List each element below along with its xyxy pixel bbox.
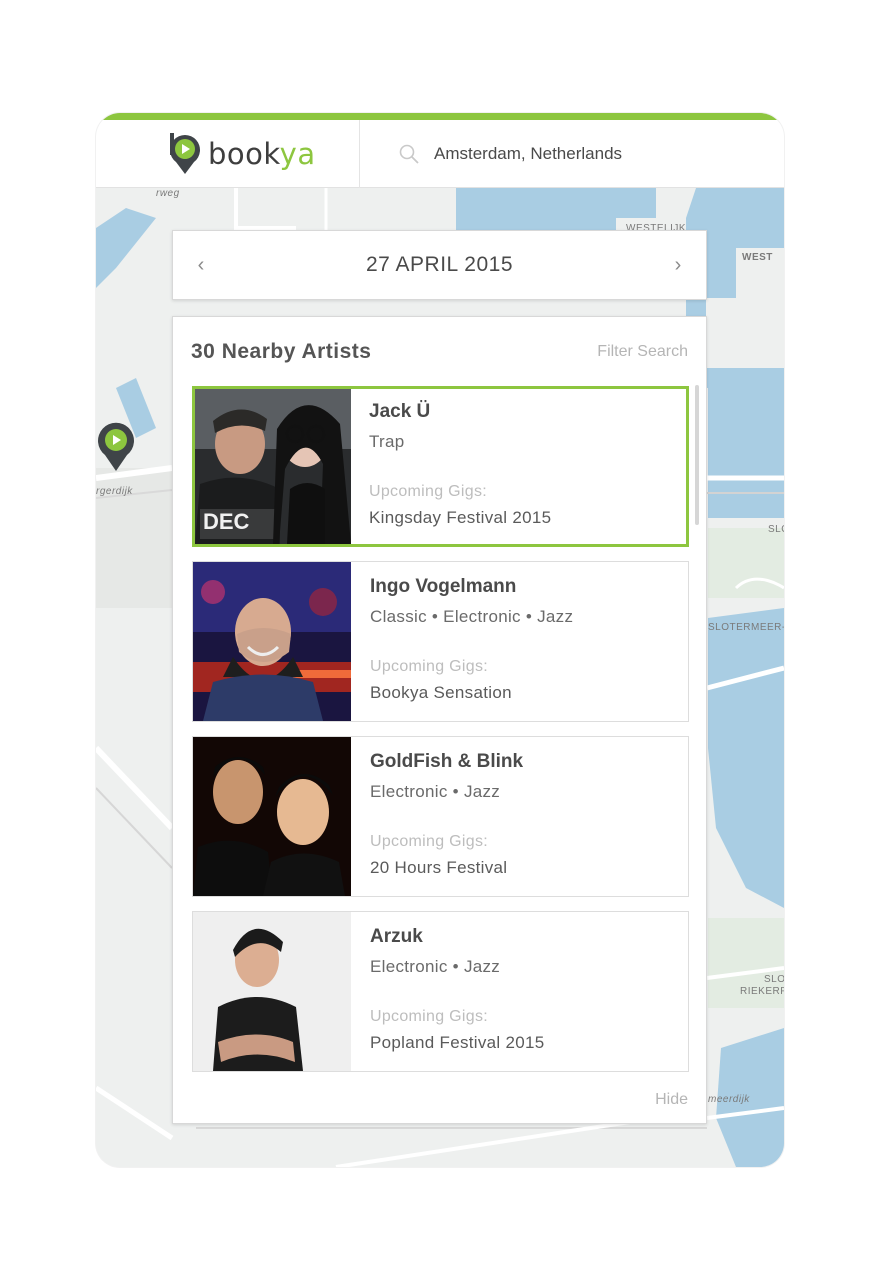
upcoming-gigs-label: Upcoming Gigs: (370, 658, 489, 675)
artist-list: DEC Jack Ü Trap Upcoming Gigs: Kingsday … (192, 386, 689, 1086)
artist-photo (193, 737, 351, 896)
artist-genres: Electronic • Jazz (370, 957, 501, 976)
artist-name: GoldFish & Blink (370, 751, 524, 772)
map-label-slotermeer: SLOTERMEER- (708, 622, 784, 633)
selected-date: 27 APRIL 2015 (366, 253, 513, 276)
brand-name: bookya (208, 137, 316, 171)
svg-text:DEC: DEC (203, 509, 250, 534)
artist-card[interactable]: GoldFish & Blink Electronic • Jazz Upcom… (192, 736, 689, 897)
artist-card[interactable]: Ingo Vogelmann Classic • Electronic • Ja… (192, 561, 689, 722)
top-accent-bar (96, 113, 784, 120)
panel-title: 30 Nearby Artists (191, 340, 372, 363)
artist-card[interactable]: DEC Jack Ü Trap Upcoming Gigs: Kingsday … (192, 386, 689, 547)
list-scrollbar[interactable] (695, 385, 699, 525)
artist-info: Jack Ü Trap Upcoming Gigs: Kingsday Fest… (351, 389, 551, 544)
artist-photo: DEC (195, 389, 351, 544)
artist-genres: Trap (369, 432, 405, 451)
date-navigator: ‹ 27 APRIL 2015 › (172, 230, 707, 300)
header-divider (359, 120, 360, 188)
map-label-slote: SLOTE (764, 974, 784, 985)
chevron-left-icon[interactable]: ‹ (191, 254, 211, 277)
artist-card[interactable]: Arzuk Electronic • Jazz Upcoming Gigs: P… (192, 911, 689, 1072)
map-label-west: WEST (742, 252, 773, 263)
location-search[interactable]: Amsterdam, Netherlands (398, 140, 622, 168)
header: bookya Amsterdam, Netherlands (96, 120, 784, 188)
filter-search-link[interactable]: Filter Search (597, 343, 688, 361)
map-label-gerdijk: rgerdijk (96, 486, 133, 497)
upcoming-gig: Bookya Sensation (370, 683, 512, 702)
panel-header: 30 Nearby Artists Filter Search (191, 337, 688, 367)
artist-info: Arzuk Electronic • Jazz Upcoming Gigs: P… (351, 912, 545, 1071)
map-label-slo: SLO (768, 524, 784, 535)
artist-name: Jack Ü (369, 401, 431, 422)
upcoming-gig: Popland Festival 2015 (370, 1033, 545, 1052)
search-icon (399, 144, 419, 164)
bookya-logo[interactable]: bookya (168, 130, 316, 178)
search-input-value[interactable]: Amsterdam, Netherlands (434, 144, 622, 164)
nearby-artists-panel: 30 Nearby Artists Filter Search DEC Jack… (172, 316, 707, 1124)
artist-genres: Electronic • Jazz (370, 782, 501, 801)
map-label-rweg: rweg (156, 188, 180, 199)
artist-name: Arzuk (370, 926, 423, 947)
map-label-meerdijk: meerdijk (708, 1094, 750, 1105)
app-frame: bookya Amsterdam, Netherlands WESTELIJK … (96, 113, 784, 1167)
upcoming-gigs-label: Upcoming Gigs: (370, 1008, 489, 1025)
upcoming-gig: Kingsday Festival 2015 (369, 508, 552, 527)
upcoming-gig: 20 Hours Festival (370, 858, 508, 877)
upcoming-gigs-label: Upcoming Gigs: (370, 833, 489, 850)
artist-name: Ingo Vogelmann (370, 576, 517, 597)
artist-photo (193, 912, 351, 1071)
artist-info: GoldFish & Blink Electronic • Jazz Upcom… (351, 737, 523, 896)
bookya-pin-icon (170, 133, 200, 174)
artist-info: Ingo Vogelmann Classic • Electronic • Ja… (351, 562, 573, 721)
chevron-right-icon[interactable]: › (668, 254, 688, 277)
upcoming-gigs-label: Upcoming Gigs: (369, 483, 488, 500)
map-location-pin-icon[interactable] (96, 421, 136, 473)
artist-photo (193, 562, 351, 721)
map-label-riekerp: RIEKERP (740, 986, 784, 997)
artist-genres: Classic • Electronic • Jazz (370, 607, 574, 626)
hide-panel-link[interactable]: Hide (655, 1091, 688, 1109)
